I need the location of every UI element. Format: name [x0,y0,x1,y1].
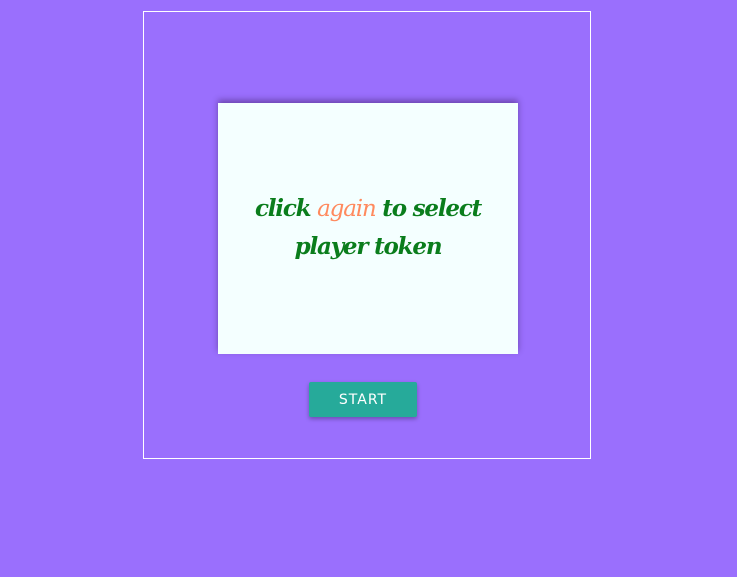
start-button[interactable]: START [309,382,417,417]
instruction-text-start: click [254,194,318,222]
token-select-card[interactable]: click again to select player token [218,103,518,354]
instruction-message: click again to select player token [223,190,513,266]
instruction-highlight: again [317,195,377,222]
